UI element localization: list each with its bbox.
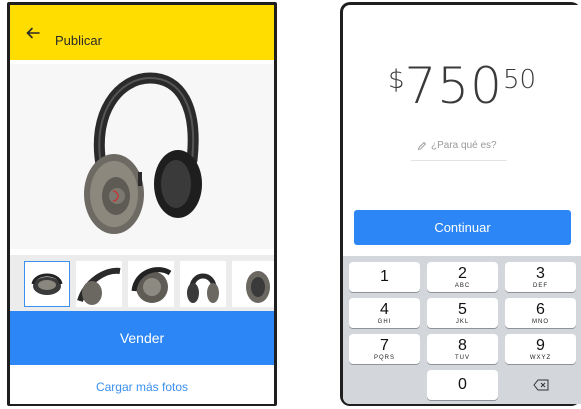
page-title: Publicar [55,33,102,48]
description-underline [411,160,507,161]
thumbnail[interactable] [128,261,174,307]
amount-screen: $75050 ¿Para qué es? Continuar 1 2 ABC 3D… [343,5,581,404]
key-9[interactable]: 9 WXYZ [505,334,576,364]
pencil-icon [417,141,427,151]
key-6[interactable]: 6 MNO [505,298,576,328]
backspace-icon [533,379,549,391]
product-photo [10,64,274,249]
numeric-keypad: 1 2 ABC 3 DEF 4 GHI 5 JKL 6 MNO 7 PQRS 8 TUV 9W… [343,256,581,404]
key-3[interactable]: 3 DEF [505,262,576,292]
thumbnail[interactable] [76,261,122,307]
key-empty [349,370,420,400]
thumbnail-strip [10,255,274,315]
key-5[interactable]: 5 JKL [427,298,498,328]
amount-display: $75050 [343,57,581,115]
headphones-image [84,72,202,234]
continue-button[interactable]: Continuar [354,210,571,245]
phone-right-frame: $75050 ¿Para qué es? Continuar 1 2 ABC 3D… [340,2,581,406]
description-field[interactable]: ¿Para qué es? [431,140,497,151]
key-4[interactable]: 4 GHI [349,298,420,328]
thumbnail[interactable] [24,261,70,307]
key-1[interactable]: 1 [349,262,420,292]
thumbnail[interactable] [232,261,274,307]
amount-integer: 750 [404,57,503,115]
arrow-left-icon[interactable] [26,26,40,40]
key-8[interactable]: 8 TUV [427,334,498,364]
key-7[interactable]: 7 PQRS [349,334,420,364]
load-more-photos-link[interactable]: Cargar más fotos [10,365,274,404]
sell-button[interactable]: Vender [10,311,274,365]
amount-currency: $ [387,65,405,95]
key-0[interactable]: 0 [427,370,498,400]
publish-screen: Publicar Vender Cargar más fotos [10,5,274,404]
backspace-key[interactable] [505,370,576,400]
app-header: Publicar [10,5,274,60]
key-2[interactable]: 2 ABC [427,262,498,292]
thumbnail[interactable] [180,261,226,307]
amount-decimal: 50 [502,65,537,95]
phone-left-frame: Publicar Vender Cargar más fotos [7,2,277,406]
